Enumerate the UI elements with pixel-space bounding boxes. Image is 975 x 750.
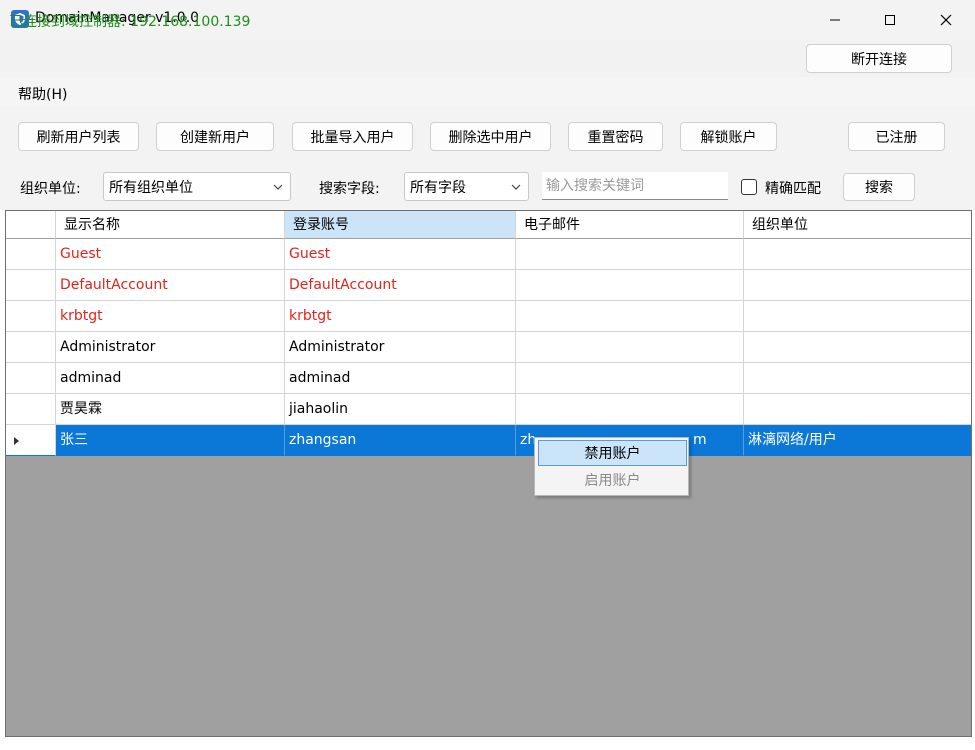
search-button[interactable]: 搜索 — [843, 173, 915, 201]
refresh-users-button[interactable]: 刷新用户列表 — [18, 122, 139, 151]
cell-login[interactable]: Guest — [285, 239, 516, 270]
cell-email[interactable] — [516, 332, 744, 363]
exact-match-checkbox[interactable] — [741, 179, 757, 195]
maximize-button[interactable] — [867, 0, 913, 40]
cell-org-unit[interactable] — [744, 394, 971, 425]
exact-match-label: 精确匹配 — [765, 181, 821, 197]
registered-button[interactable]: 已注册 — [848, 122, 945, 151]
current-row-icon — [14, 437, 19, 445]
close-icon — [940, 14, 952, 26]
cell-email-end: m — [693, 432, 707, 448]
unlock-account-button[interactable]: 解锁账户 — [680, 122, 777, 151]
create-user-button[interactable]: 创建新用户 — [156, 122, 274, 151]
column-header-org-unit[interactable]: 组织单位 — [744, 211, 971, 239]
cell-display-name[interactable]: 贾昊霖 — [56, 394, 285, 425]
cell-email[interactable] — [516, 301, 744, 332]
search-field-select[interactable]: 所有字段 — [404, 172, 529, 201]
cell-org-unit[interactable] — [744, 270, 971, 301]
maximize-icon — [885, 15, 895, 25]
cell-display-name[interactable]: krbtgt — [56, 301, 285, 332]
delete-selected-button[interactable]: 删除选中用户 — [430, 122, 551, 151]
org-unit-select[interactable]: 所有组织单位 — [103, 172, 291, 201]
row-header[interactable] — [6, 363, 56, 394]
close-button[interactable] — [923, 0, 969, 40]
cell-org-unit[interactable] — [744, 332, 971, 363]
cell-login[interactable]: krbtgt — [285, 301, 516, 332]
cell-org-unit[interactable]: 淋漓网络/用户 — [744, 425, 971, 456]
cell-login[interactable]: DefaultAccount — [285, 270, 516, 301]
row-header-corner — [6, 211, 56, 239]
org-unit-value: 所有组织单位 — [109, 179, 193, 196]
connection-status: 已连接到域控制器: 192.168.100.139 — [9, 14, 251, 30]
minimize-icon — [830, 19, 840, 21]
menu-help[interactable]: 帮助(H) — [18, 84, 67, 104]
cell-email[interactable] — [516, 270, 744, 301]
cell-display-name[interactable]: Administrator — [56, 332, 285, 363]
column-header-email[interactable]: 电子邮件 — [516, 211, 744, 239]
column-header-display-name[interactable]: 显示名称 — [56, 211, 285, 239]
chevron-down-icon — [511, 184, 521, 190]
minimize-button[interactable] — [812, 0, 858, 40]
cell-display-name[interactable]: 张三 — [56, 425, 285, 456]
chevron-down-icon — [273, 184, 283, 190]
reset-password-button[interactable]: 重置密码 — [568, 122, 663, 151]
cell-email[interactable] — [516, 239, 744, 270]
row-header[interactable] — [6, 425, 56, 456]
cell-display-name[interactable]: DefaultAccount — [56, 270, 285, 301]
cell-login[interactable]: adminad — [285, 363, 516, 394]
menu-item-disable-account[interactable]: 禁用账户 — [538, 440, 687, 466]
cell-org-unit[interactable] — [744, 301, 971, 332]
row-header[interactable] — [6, 332, 56, 363]
cell-login[interactable]: jiahaolin — [285, 394, 516, 425]
cell-email[interactable] — [516, 394, 744, 425]
cell-display-name[interactable]: adminad — [56, 363, 285, 394]
org-unit-label: 组织单位: — [20, 181, 81, 197]
cell-org-unit[interactable] — [744, 239, 971, 270]
disconnect-button[interactable]: 断开连接 — [806, 44, 952, 73]
cell-org-unit[interactable] — [744, 363, 971, 394]
search-field-value: 所有字段 — [410, 179, 466, 196]
cell-email[interactable] — [516, 363, 744, 394]
menu-item-enable-account[interactable]: 启用账户 — [538, 468, 687, 494]
menu-bar — [0, 77, 975, 107]
bulk-import-button[interactable]: 批量导入用户 — [292, 122, 413, 151]
column-header-login[interactable]: 登录账号 — [285, 211, 516, 239]
context-menu: 禁用账户 启用账户 — [534, 437, 689, 496]
cell-login[interactable]: Administrator — [285, 332, 516, 363]
row-header[interactable] — [6, 394, 56, 425]
row-header[interactable] — [6, 301, 56, 332]
row-header[interactable] — [6, 239, 56, 270]
cell-login[interactable]: zhangsan — [285, 425, 516, 456]
search-field-label: 搜索字段: — [319, 181, 380, 197]
cell-display-name[interactable]: Guest — [56, 239, 285, 270]
users-grid[interactable]: 显示名称 登录账号 电子邮件 组织单位 Guest Guest DefaultA… — [5, 210, 972, 737]
search-input[interactable] — [542, 172, 728, 200]
row-header[interactable] — [6, 270, 56, 301]
